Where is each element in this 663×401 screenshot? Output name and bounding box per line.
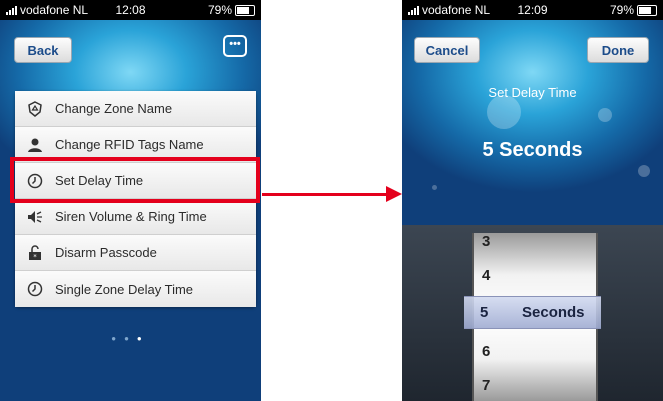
speaker-icon: [25, 207, 45, 227]
status-time: 12:08: [115, 3, 146, 17]
picker-unit-label: Seconds: [522, 304, 585, 321]
person-icon: [25, 135, 45, 155]
delay-value-display: 5 Seconds: [482, 139, 583, 161]
menu-item-label: Change Zone Name: [55, 101, 173, 116]
menu-item-label: Change RFID Tags Name: [55, 137, 204, 152]
picker-selected-value: 5: [480, 304, 489, 321]
highlight-box: [10, 157, 260, 203]
screen-title: Set Delay Time: [488, 85, 577, 100]
battery-icon: [235, 4, 255, 16]
menu-item-change-zone-name[interactable]: Change Zone Name: [15, 91, 256, 127]
menu-item-siren-volume-ring-time[interactable]: Siren Volume & Ring Time: [15, 199, 256, 235]
phone-screen-right: vodafone NL 12:09 79% Cancel Done Set De…: [402, 0, 663, 401]
back-button[interactable]: Back: [14, 37, 72, 63]
background-bubble: [598, 108, 612, 122]
back-button-label: Back: [27, 42, 59, 58]
menu-item-single-zone-delay-time[interactable]: Single Zone Delay Time: [15, 271, 256, 307]
picker-row[interactable]: 7: [482, 377, 490, 394]
menu-item-disarm-passcode[interactable]: * Disarm Passcode: [15, 235, 256, 271]
shield-icon: [25, 99, 45, 119]
done-button[interactable]: Done: [587, 37, 649, 63]
page-dot: ●: [111, 334, 125, 343]
chat-bubble-icon[interactable]: •••: [223, 35, 247, 57]
page-dot: ●: [124, 334, 137, 343]
menu-item-label: Siren Volume & Ring Time: [55, 209, 207, 224]
cancel-button[interactable]: Cancel: [414, 37, 480, 63]
picker-row[interactable]: 3: [482, 233, 490, 250]
menu-item-label: Disarm Passcode: [55, 245, 157, 260]
phone-screen-left: vodafone NL 12:08 79% Back ••• Change Zo…: [0, 0, 261, 401]
background-bubble: [487, 95, 521, 129]
status-time: 12:09: [517, 3, 548, 17]
menu-item-label: Single Zone Delay Time: [55, 281, 194, 297]
page-dot-active: ●: [136, 334, 150, 343]
status-bar: vodafone NL 12:08 79%: [0, 0, 261, 20]
clock-icon: [25, 279, 45, 299]
picker-row[interactable]: 6: [482, 343, 490, 360]
transition-arrow-line: [262, 193, 388, 196]
picker-row[interactable]: 4: [482, 267, 490, 284]
battery-icon: [637, 4, 657, 16]
background-bubble: [638, 165, 650, 177]
page-indicator: ●●●: [0, 334, 261, 343]
arrow-right-icon: [386, 186, 402, 202]
status-bar: vodafone NL 12:09 79%: [402, 0, 663, 20]
lock-icon: *: [25, 243, 45, 263]
svg-text:*: *: [33, 253, 37, 261]
background-bubble: [432, 185, 437, 190]
